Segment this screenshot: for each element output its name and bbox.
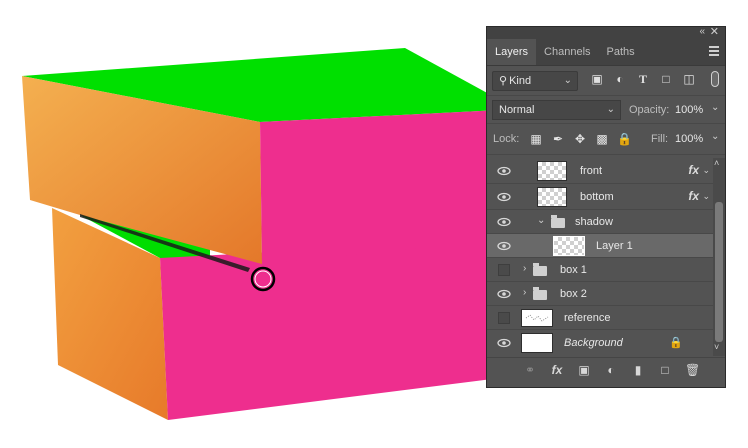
layer-name[interactable]: Background [564, 337, 623, 349]
panel-tabs: Layers Channels Paths [487, 39, 725, 66]
kind-label: Kind [509, 75, 532, 87]
lock-transparent-icon[interactable]: ▦ [529, 132, 543, 146]
folder-icon [533, 287, 547, 300]
fx-badge[interactable]: fx [688, 189, 699, 203]
link-icon[interactable]: ⚭ [523, 363, 537, 377]
layer-name[interactable]: box 2 [560, 288, 587, 300]
layer-row-bottom[interactable]: bottom fx ⌄ [487, 184, 713, 210]
layer-row-box-2[interactable]: › box 2 [487, 282, 713, 306]
adjustment-icon[interactable]: ◐ [604, 363, 618, 377]
panel-title-bar: « ✕ [487, 25, 725, 39]
layer-name[interactable]: front [580, 165, 602, 177]
layer-thumbnail [537, 161, 567, 181]
mask-icon[interactable]: ▣ [577, 363, 591, 377]
shape-filter-icon[interactable]: □ [659, 72, 673, 86]
layer-name[interactable]: shadow [575, 216, 613, 228]
opacity-chevron-icon[interactable]: ⌄ [711, 102, 720, 113]
opacity-label: Opacity: [629, 104, 670, 116]
chevron-right-icon[interactable]: › [523, 263, 526, 274]
layers-scrollbar[interactable]: ˄ ˅ [713, 158, 725, 356]
blend-row: Normal ⌄ Opacity: 100% ⌄ [487, 96, 725, 124]
panel-menu-icon[interactable] [709, 46, 719, 58]
layer-list: front fx ⌄ bottom fx ⌄ ⌄ shadow Layer 1 … [487, 158, 713, 356]
tab-paths[interactable]: Paths [599, 39, 643, 65]
layer-row-shadow[interactable]: ⌄ shadow [487, 210, 713, 234]
visibility-toggle[interactable] [498, 264, 510, 276]
chevron-down-icon[interactable]: ⌄ [537, 215, 545, 226]
search-icon: ⚲ [499, 75, 508, 87]
lock-position-move-icon[interactable]: ✥ [573, 132, 587, 146]
eye-icon[interactable] [497, 287, 511, 301]
fill-label: Fill: [651, 133, 669, 145]
chevron-down-icon: ⌄ [606, 104, 615, 115]
tab-channels[interactable]: Channels [536, 39, 598, 65]
lock-artboard-icon[interactable]: ▩ [595, 132, 609, 146]
kind-filter-select[interactable]: ⚲ Kind ⌄ [492, 71, 578, 91]
lock-all-icon[interactable]: 🔒 [617, 132, 632, 146]
eye-icon[interactable] [497, 215, 511, 229]
adjustment-filter-icon[interactable]: ◐ [613, 72, 627, 86]
lock-image-brush-icon[interactable]: ✒ [551, 132, 565, 146]
chevron-down-icon[interactable]: ⌄ [702, 191, 710, 202]
fx-badge[interactable]: fx [688, 163, 699, 177]
scroll-up-icon[interactable]: ˄ [714, 158, 719, 168]
tab-layers[interactable]: Layers [487, 39, 537, 65]
fx-icon[interactable]: fx [550, 363, 564, 377]
trash-icon[interactable]: 🗑 [685, 363, 700, 377]
scroll-thumb[interactable] [715, 202, 723, 342]
layers-panel: « ✕ Layers Channels Paths ⚲ Kind ⌄ ▣ ◐ T … [486, 26, 726, 388]
filter-toggle[interactable] [711, 71, 719, 87]
folder-icon [533, 263, 547, 276]
layer-row-background[interactable]: Background 🔒 [487, 330, 713, 356]
upper-box-front [260, 110, 500, 264]
eye-icon[interactable] [497, 336, 511, 350]
lock-row: Lock: ▦ ✒ ✥ ▩ 🔒 Fill: 100% ⌄ [487, 124, 725, 155]
eye-icon[interactable] [497, 164, 511, 178]
opacity-input[interactable]: 100% [675, 104, 703, 116]
layer-thumbnail [521, 333, 553, 353]
lock-icon: 🔒 [669, 337, 683, 349]
chevron-down-icon[interactable]: ⌄ [702, 165, 710, 176]
layer-thumbnail [553, 236, 585, 256]
lower-box-front [160, 240, 500, 420]
lock-label: Lock: [493, 133, 520, 145]
reference-scribble-icon [525, 314, 549, 322]
layer-name[interactable]: Layer 1 [596, 240, 633, 252]
collapse-icon[interactable]: « [699, 26, 705, 37]
chevron-right-icon[interactable]: › [523, 287, 526, 298]
new-group-icon[interactable]: ▮ [631, 363, 645, 377]
chevron-down-icon: ⌄ [563, 75, 572, 86]
visibility-toggle[interactable] [498, 312, 510, 324]
image-filter-icon[interactable]: ▣ [590, 72, 604, 86]
eye-icon[interactable] [497, 190, 511, 204]
folder-icon [551, 215, 565, 228]
eye-icon[interactable] [497, 239, 511, 253]
new-layer-icon[interactable]: □ [658, 363, 672, 377]
fill-input[interactable]: 100% [675, 133, 703, 145]
layer-name[interactable]: reference [564, 312, 610, 324]
type-filter-icon[interactable]: T [636, 72, 650, 86]
layers-bottom-toolbar: ⚭ fx ▣ ◐ ▮ □ 🗑 [487, 357, 725, 383]
blend-mode-select[interactable]: Normal ⌄ [492, 100, 621, 120]
layer-row-box-1[interactable]: › box 1 [487, 258, 713, 282]
layer-row-front[interactable]: front fx ⌄ [487, 158, 713, 184]
fill-chevron-icon[interactable]: ⌄ [711, 131, 720, 142]
layer-row-reference[interactable]: reference [487, 306, 713, 330]
smart-object-filter-icon[interactable]: ◫ [682, 72, 696, 86]
close-icon[interactable]: ✕ [710, 25, 719, 38]
blend-mode-value: Normal [499, 104, 535, 116]
layer-name[interactable]: bottom [580, 191, 614, 203]
layer-thumbnail [537, 187, 567, 207]
scroll-down-icon[interactable]: ˅ [714, 342, 719, 352]
layer-thumbnail [521, 309, 553, 327]
layer-row-layer-1[interactable]: Layer 1 [487, 234, 713, 258]
layer-name[interactable]: box 1 [560, 264, 587, 276]
filter-row: ⚲ Kind ⌄ ▣ ◐ T □ ◫ [487, 67, 725, 96]
